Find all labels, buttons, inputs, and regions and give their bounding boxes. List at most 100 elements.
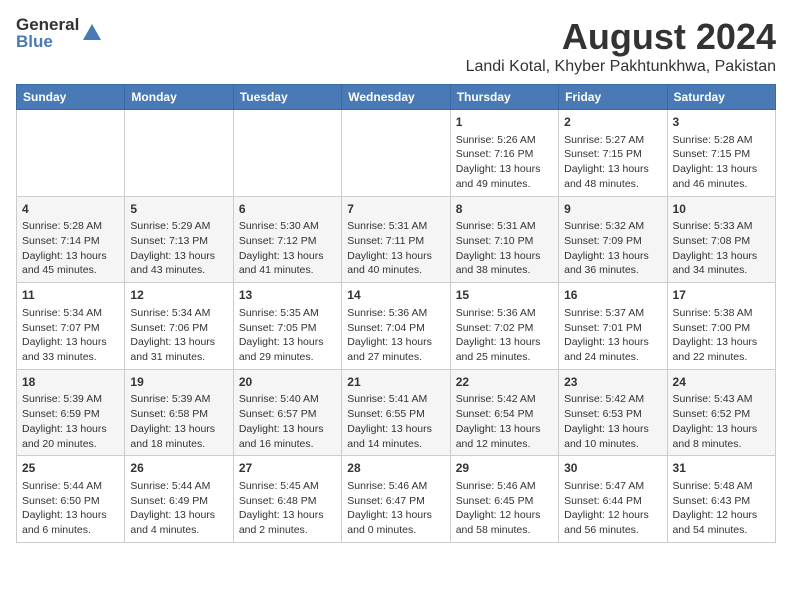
logo-blue: Blue	[16, 33, 79, 50]
day-number: 7	[347, 201, 444, 218]
day-number: 15	[456, 287, 553, 304]
day-cell: 30 Sunrise: 5:47 AM Sunset: 6:44 PM Dayli…	[559, 456, 667, 543]
day-cell: 5Sunrise: 5:29 AM Sunset: 7:13 PM Daylig…	[125, 196, 233, 283]
day-cell: 28 Sunrise: 5:46 AM Sunset: 6:47 PM Dayli…	[342, 456, 450, 543]
day-info: Sunrise: 5:35 AM Sunset: 7:05 PM Dayligh…	[239, 306, 336, 365]
day-cell: 4Sunrise: 5:28 AM Sunset: 7:14 PM Daylig…	[17, 196, 125, 283]
day-number: 3	[673, 114, 770, 131]
day-info: Sunrise: 5:31 AM Sunset: 7:11 PM Dayligh…	[347, 219, 444, 278]
day-info: Sunrise: 5:41 AM Sunset: 6:55 PM Dayligh…	[347, 392, 444, 451]
day-number: 17	[673, 287, 770, 304]
day-number: 23	[564, 374, 661, 391]
day-cell: 24Sunrise: 5:43 AM Sunset: 6:52 PM Dayli…	[667, 369, 775, 456]
day-cell: 20Sunrise: 5:40 AM Sunset: 6:57 PM Dayli…	[233, 369, 341, 456]
day-info: Sunrise: 5:31 AM Sunset: 7:10 PM Dayligh…	[456, 219, 553, 278]
day-number: 8	[456, 201, 553, 218]
day-info: Sunrise: 5:32 AM Sunset: 7:09 PM Dayligh…	[564, 219, 661, 278]
day-number: 4	[22, 201, 119, 218]
day-cell: 7Sunrise: 5:31 AM Sunset: 7:11 PM Daylig…	[342, 196, 450, 283]
day-number: 1	[456, 114, 553, 131]
col-header-saturday: Saturday	[667, 85, 775, 110]
day-info: Sunrise: 5:36 AM Sunset: 7:04 PM Dayligh…	[347, 306, 444, 365]
day-cell: 6Sunrise: 5:30 AM Sunset: 7:12 PM Daylig…	[233, 196, 341, 283]
day-cell: 31Sunrise: 5:48 AM Sunset: 6:43 PM Dayli…	[667, 456, 775, 543]
day-cell	[342, 110, 450, 197]
page-header: General Blue August 2024 Landi Kotal, Kh…	[16, 16, 776, 76]
week-row-3: 11Sunrise: 5:34 AM Sunset: 7:07 PM Dayli…	[17, 283, 776, 370]
day-number: 10	[673, 201, 770, 218]
day-cell: 12Sunrise: 5:34 AM Sunset: 7:06 PM Dayli…	[125, 283, 233, 370]
day-cell: 23Sunrise: 5:42 AM Sunset: 6:53 PM Dayli…	[559, 369, 667, 456]
week-row-2: 4Sunrise: 5:28 AM Sunset: 7:14 PM Daylig…	[17, 196, 776, 283]
day-number: 31	[673, 460, 770, 477]
day-number: 16	[564, 287, 661, 304]
day-info: Sunrise: 5:26 AM Sunset: 7:16 PM Dayligh…	[456, 133, 553, 192]
day-info: Sunrise: 5:34 AM Sunset: 7:06 PM Dayligh…	[130, 306, 227, 365]
day-number: 28	[347, 460, 444, 477]
calendar-table: SundayMondayTuesdayWednesdayThursdayFrid…	[16, 84, 776, 543]
day-info: Sunrise: 5:28 AM Sunset: 7:15 PM Dayligh…	[673, 133, 770, 192]
day-cell: 16Sunrise: 5:37 AM Sunset: 7:01 PM Dayli…	[559, 283, 667, 370]
day-number: 27	[239, 460, 336, 477]
col-header-sunday: Sunday	[17, 85, 125, 110]
day-cell	[17, 110, 125, 197]
week-row-4: 18Sunrise: 5:39 AM Sunset: 6:59 PM Dayli…	[17, 369, 776, 456]
day-info: Sunrise: 5:42 AM Sunset: 6:54 PM Dayligh…	[456, 392, 553, 451]
day-number: 24	[673, 374, 770, 391]
day-info: Sunrise: 5:29 AM Sunset: 7:13 PM Dayligh…	[130, 219, 227, 278]
day-info: Sunrise: 5:46 AM Sunset: 6:45 PM Dayligh…	[456, 479, 553, 538]
day-info: Sunrise: 5:36 AM Sunset: 7:02 PM Dayligh…	[456, 306, 553, 365]
col-header-monday: Monday	[125, 85, 233, 110]
day-info: Sunrise: 5:38 AM Sunset: 7:00 PM Dayligh…	[673, 306, 770, 365]
day-number: 30	[564, 460, 661, 477]
day-info: Sunrise: 5:34 AM Sunset: 7:07 PM Dayligh…	[22, 306, 119, 365]
logo-icon	[81, 22, 103, 44]
day-cell: 26Sunrise: 5:44 AM Sunset: 6:49 PM Dayli…	[125, 456, 233, 543]
week-row-1: 1 Sunrise: 5:26 AM Sunset: 7:16 PM Daylig…	[17, 110, 776, 197]
col-header-tuesday: Tuesday	[233, 85, 341, 110]
day-number: 29	[456, 460, 553, 477]
day-info: Sunrise: 5:43 AM Sunset: 6:52 PM Dayligh…	[673, 392, 770, 451]
day-info: Sunrise: 5:42 AM Sunset: 6:53 PM Dayligh…	[564, 392, 661, 451]
day-number: 14	[347, 287, 444, 304]
day-cell: 29 Sunrise: 5:46 AM Sunset: 6:45 PM Dayli…	[450, 456, 558, 543]
day-cell: 10Sunrise: 5:33 AM Sunset: 7:08 PM Dayli…	[667, 196, 775, 283]
col-header-wednesday: Wednesday	[342, 85, 450, 110]
day-info: Sunrise: 5:33 AM Sunset: 7:08 PM Dayligh…	[673, 219, 770, 278]
day-cell	[125, 110, 233, 197]
day-number: 21	[347, 374, 444, 391]
day-info: Sunrise: 5:39 AM Sunset: 6:59 PM Dayligh…	[22, 392, 119, 451]
week-row-5: 25 Sunrise: 5:44 AM Sunset: 6:50 PM Dayli…	[17, 456, 776, 543]
day-number: 25	[22, 460, 119, 477]
day-info: Sunrise: 5:27 AM Sunset: 7:15 PM Dayligh…	[564, 133, 661, 192]
day-number: 19	[130, 374, 227, 391]
day-number: 22	[456, 374, 553, 391]
day-cell: 2 Sunrise: 5:27 AM Sunset: 7:15 PM Daylig…	[559, 110, 667, 197]
day-number: 26	[130, 460, 227, 477]
day-cell: 1 Sunrise: 5:26 AM Sunset: 7:16 PM Daylig…	[450, 110, 558, 197]
day-info: Sunrise: 5:47 AM Sunset: 6:44 PM Dayligh…	[564, 479, 661, 538]
day-info: Sunrise: 5:28 AM Sunset: 7:14 PM Dayligh…	[22, 219, 119, 278]
col-header-thursday: Thursday	[450, 85, 558, 110]
day-number: 13	[239, 287, 336, 304]
day-info: Sunrise: 5:39 AM Sunset: 6:58 PM Dayligh…	[130, 392, 227, 451]
calendar-title: August 2024	[466, 16, 776, 58]
day-cell: 8Sunrise: 5:31 AM Sunset: 7:10 PM Daylig…	[450, 196, 558, 283]
day-info: Sunrise: 5:46 AM Sunset: 6:47 PM Dayligh…	[347, 479, 444, 538]
day-number: 2	[564, 114, 661, 131]
day-cell	[233, 110, 341, 197]
col-header-friday: Friday	[559, 85, 667, 110]
day-cell: 3 Sunrise: 5:28 AM Sunset: 7:15 PM Daylig…	[667, 110, 775, 197]
day-info: Sunrise: 5:30 AM Sunset: 7:12 PM Dayligh…	[239, 219, 336, 278]
day-number: 9	[564, 201, 661, 218]
day-number: 5	[130, 201, 227, 218]
day-info: Sunrise: 5:40 AM Sunset: 6:57 PM Dayligh…	[239, 392, 336, 451]
day-cell: 14 Sunrise: 5:36 AM Sunset: 7:04 PM Dayli…	[342, 283, 450, 370]
logo: General Blue	[16, 16, 103, 50]
day-number: 20	[239, 374, 336, 391]
day-cell: 18Sunrise: 5:39 AM Sunset: 6:59 PM Dayli…	[17, 369, 125, 456]
day-cell: 21Sunrise: 5:41 AM Sunset: 6:55 PM Dayli…	[342, 369, 450, 456]
day-cell: 9Sunrise: 5:32 AM Sunset: 7:09 PM Daylig…	[559, 196, 667, 283]
day-info: Sunrise: 5:45 AM Sunset: 6:48 PM Dayligh…	[239, 479, 336, 538]
day-info: Sunrise: 5:44 AM Sunset: 6:50 PM Dayligh…	[22, 479, 119, 538]
